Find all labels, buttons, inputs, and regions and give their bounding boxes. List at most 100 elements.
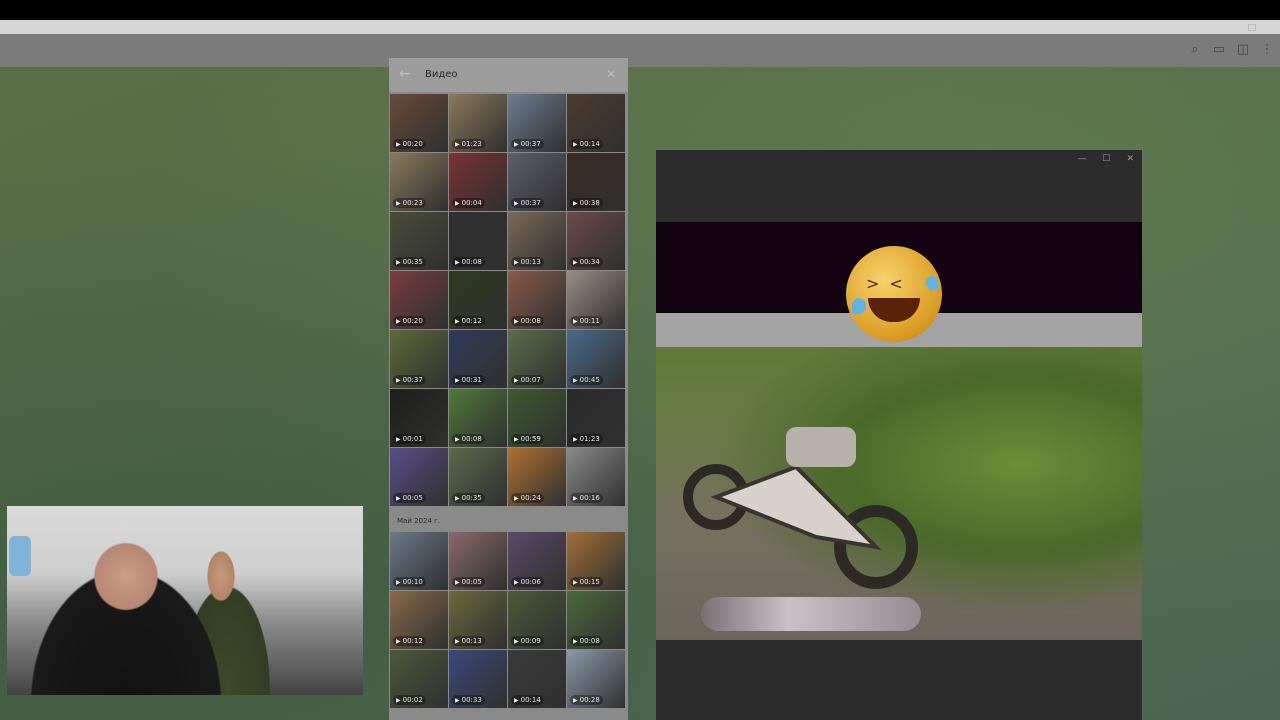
video-thumbnail[interactable]: 00:35 [449, 448, 507, 506]
video-thumbnail[interactable]: 01:23 [567, 389, 625, 447]
video-thumbnail[interactable]: 00:05 [390, 448, 448, 506]
video-thumbnail[interactable]: 00:59 [508, 389, 566, 447]
motorcycle-image [683, 427, 918, 589]
video-thumbnail[interactable]: 00:01 [390, 389, 448, 447]
webcam-person-left [27, 534, 247, 695]
section-date-label: Май 2024 г. [397, 517, 441, 525]
video-thumbnail[interactable]: 00:37 [508, 153, 566, 211]
fallen-rider [701, 597, 921, 631]
video-duration: 00:35 [393, 257, 426, 267]
video-duration: 00:07 [511, 375, 544, 385]
video-duration: 01:23 [452, 139, 485, 149]
video-duration: 00:08 [511, 316, 544, 326]
video-duration: 00:13 [511, 257, 544, 267]
video-thumbnail[interactable]: 00:04 [449, 153, 507, 211]
video-thumbnail[interactable]: 00:28 [567, 650, 625, 708]
panel-header: ← Видео ✕ [389, 58, 628, 92]
video-thumbnail[interactable]: 00:20 [390, 271, 448, 329]
video-duration: 00:59 [511, 434, 544, 444]
video-thumbnail[interactable]: 00:20 [390, 94, 448, 152]
video-duration: 00:12 [452, 316, 485, 326]
video-duration: 00:20 [393, 139, 426, 149]
video-duration: 00:15 [570, 577, 603, 587]
video-duration: 00:31 [452, 375, 485, 385]
video-duration: 00:06 [511, 577, 544, 587]
video-thumbnail[interactable]: 00:08 [449, 212, 507, 270]
video-duration: 01:23 [570, 434, 603, 444]
video-duration: 00:28 [570, 695, 603, 705]
video-thumbnail[interactable]: 00:08 [508, 271, 566, 329]
sidebar-icon[interactable]: ◫ [1236, 43, 1250, 57]
video-thumbnail[interactable]: 00:12 [449, 271, 507, 329]
video-duration: 00:08 [570, 636, 603, 646]
video-thumbnail[interactable]: 00:33 [449, 650, 507, 708]
video-duration: 00:35 [452, 493, 485, 503]
video-thumbnail[interactable]: 00:13 [508, 212, 566, 270]
arrow-left-icon[interactable]: ← [399, 66, 411, 82]
video-duration: 00:33 [452, 695, 485, 705]
video-thumbnail[interactable]: 00:05 [449, 532, 507, 590]
video-grid: 00:20 01:23 00:37 00:14 00:23 00:04 00:37 00:38… [390, 94, 627, 506]
video-thumbnail[interactable]: 00:07 [508, 330, 566, 388]
video-grid-may: 00:10 00:05 00:06 00:15 00:12 00:13 00:09 00:08… [390, 532, 627, 708]
video-duration: 00:02 [393, 695, 426, 705]
video-duration: 00:08 [452, 257, 485, 267]
video-thumbnail[interactable]: 00:06 [508, 532, 566, 590]
minimize-icon[interactable]: — [1077, 154, 1086, 164]
video-thumbnail[interactable]: 00:02 [390, 650, 448, 708]
video-duration: 00:45 [570, 375, 603, 385]
video-thumbnail[interactable]: 01:23 [449, 94, 507, 152]
video-duration: 00:13 [452, 636, 485, 646]
video-duration: 00:24 [511, 493, 544, 503]
rolling-on-floor-laughing-emoji: >< [846, 246, 942, 342]
close-icon[interactable]: ✕ [606, 67, 616, 81]
video-duration: 00:37 [393, 375, 426, 385]
video-thumbnail[interactable]: 00:11 [567, 271, 625, 329]
video-duration: 00:16 [570, 493, 603, 503]
video-duration: 00:14 [511, 695, 544, 705]
video-thumbnail[interactable]: 00:10 [390, 532, 448, 590]
video-duration: 00:10 [393, 577, 426, 587]
more-icon[interactable]: ⋮ [1260, 43, 1274, 57]
video-duration: 00:38 [570, 198, 603, 208]
video-thumbnail[interactable]: 00:35 [390, 212, 448, 270]
close-icon[interactable]: ✕ [1126, 154, 1134, 164]
video-thumbnail[interactable]: 00:13 [449, 591, 507, 649]
video-duration: 00:14 [570, 139, 603, 149]
window-title-bar [0, 20, 1280, 34]
video-thumbnail[interactable]: 00:37 [508, 94, 566, 152]
chat-icon[interactable]: ▭ [1212, 43, 1226, 57]
video-thumbnail[interactable]: 00:34 [567, 212, 625, 270]
video-viewer-window: — ☐ ✕ >< [656, 150, 1142, 720]
video-duration: 00:05 [393, 493, 426, 503]
video-thumbnail[interactable]: 00:14 [567, 94, 625, 152]
video-thumbnail[interactable]: 00:08 [567, 591, 625, 649]
video-thumbnail[interactable]: 00:37 [390, 330, 448, 388]
video-duration: 00:08 [452, 434, 485, 444]
video-duration: 00:04 [452, 198, 485, 208]
panel-title: Видео [425, 69, 458, 80]
video-thumbnail[interactable]: 00:45 [567, 330, 625, 388]
restore-icon[interactable] [1248, 24, 1256, 31]
video-thumbnail[interactable]: 00:16 [567, 448, 625, 506]
video-frame[interactable]: >< [656, 222, 1142, 640]
video-scene [656, 347, 1142, 640]
video-duration: 00:23 [393, 198, 426, 208]
video-thumbnail[interactable]: 00:23 [390, 153, 448, 211]
shared-media-panel: ← Видео ✕ 00:20 01:23 00:37 00:14 00:23 00:04… [389, 58, 628, 720]
video-duration: 00:05 [452, 577, 485, 587]
video-thumbnail[interactable]: 00:09 [508, 591, 566, 649]
maximize-icon[interactable]: ☐ [1102, 154, 1110, 164]
video-thumbnail[interactable]: 00:14 [508, 650, 566, 708]
video-thumbnail[interactable]: 00:24 [508, 448, 566, 506]
video-thumbnail[interactable]: 00:12 [390, 591, 448, 649]
video-duration: 00:01 [393, 434, 426, 444]
search-icon[interactable]: ⌕ [1188, 43, 1202, 57]
video-thumbnail[interactable]: 00:15 [567, 532, 625, 590]
video-thumbnail[interactable]: 00:08 [449, 389, 507, 447]
video-duration: 00:37 [511, 198, 544, 208]
video-thumbnail[interactable]: 00:38 [567, 153, 625, 211]
video-duration: 00:11 [570, 316, 603, 326]
video-thumbnail[interactable]: 00:31 [449, 330, 507, 388]
top-black-bar [0, 0, 1280, 20]
